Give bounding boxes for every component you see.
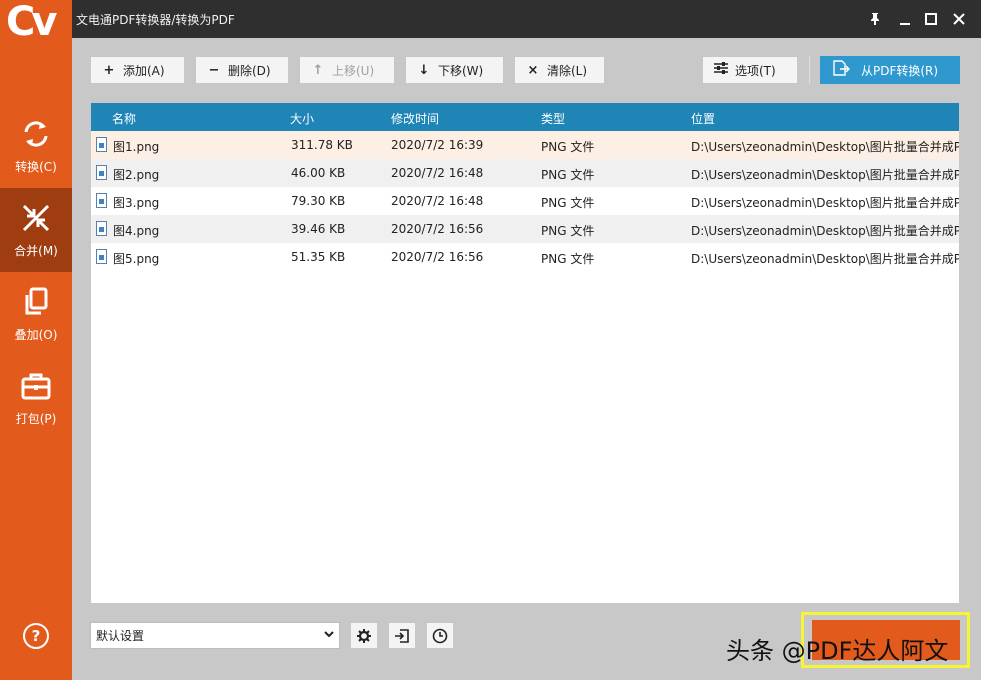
profile-select[interactable]: 默认设置 xyxy=(90,622,340,649)
delete-button[interactable]: − 删除(D) xyxy=(195,56,289,84)
gear-icon xyxy=(357,628,371,643)
column-header-type[interactable]: 类型 xyxy=(541,110,565,127)
copy-icon xyxy=(25,287,48,314)
from-pdf-button[interactable]: 从PDF转换(R) xyxy=(820,56,960,84)
cell-size: 39.46 KB xyxy=(291,222,346,236)
cell-location: D:\Users\zeonadmin\Desktop\图片批量合并成PDF xyxy=(691,140,959,154)
sidebar-item-label: 叠加(O) xyxy=(14,327,58,342)
cell-name: 图5.png xyxy=(113,252,160,266)
sidebar-item-merge[interactable]: 合并(M) xyxy=(0,188,72,272)
settings-button[interactable] xyxy=(350,622,378,649)
cell-size: 51.35 KB xyxy=(291,250,346,264)
cell-type: PNG 文件 xyxy=(541,252,595,266)
column-header-size[interactable]: 大小 xyxy=(290,110,314,127)
app-logo-text: Cv xyxy=(6,0,57,38)
cell-modified: 2020/7/2 16:39 xyxy=(391,138,484,152)
png-file-icon xyxy=(96,193,107,208)
cell-modified: 2020/7/2 16:56 xyxy=(391,222,484,236)
help-button[interactable]: ? xyxy=(23,623,49,649)
cell-size: 79.30 KB xyxy=(291,194,346,208)
table-row[interactable]: 图4.png 39.46 KB 2020/7/2 16:56 PNG 文件 D:… xyxy=(91,215,959,243)
minimize-icon[interactable] xyxy=(892,6,918,32)
maximize-icon[interactable] xyxy=(918,6,944,32)
minus-icon: − xyxy=(208,62,220,78)
sidebar: 转换(C) 合并(M) 叠加(O) 打包(P) ? xyxy=(0,38,72,680)
move-up-button[interactable]: ↑ 上移(U) xyxy=(299,56,395,84)
cell-location: D:\Users\zeonadmin\Desktop\图片批量合并成PDF xyxy=(691,252,959,266)
cell-modified: 2020/7/2 16:48 xyxy=(391,166,484,180)
sign-in-icon xyxy=(395,628,409,643)
arrow-up-icon: ↑ xyxy=(312,62,324,78)
pin-icon[interactable] xyxy=(862,6,888,32)
cell-type: PNG 文件 xyxy=(541,196,595,210)
sliders-icon xyxy=(713,62,729,78)
table-row[interactable]: 图3.png 79.30 KB 2020/7/2 16:48 PNG 文件 D:… xyxy=(91,187,959,215)
clear-button-label: 清除(L) xyxy=(547,63,588,78)
sidebar-item-label: 打包(P) xyxy=(15,411,57,426)
move-down-button[interactable]: ↓ 下移(W) xyxy=(405,56,504,84)
history-button[interactable] xyxy=(426,622,454,649)
options-button[interactable]: 选项(T) xyxy=(702,56,798,84)
move-up-button-label: 上移(U) xyxy=(332,63,375,78)
app-logo: Cv xyxy=(0,0,72,38)
watermark-text: 头条 @PDF达人阿文 xyxy=(726,637,949,665)
briefcase-icon xyxy=(21,373,51,399)
close-icon[interactable] xyxy=(946,6,972,32)
table-header: 名称 大小 修改时间 类型 位置 xyxy=(91,103,959,131)
import-button[interactable] xyxy=(388,622,416,649)
sidebar-item-label: 转换(C) xyxy=(15,159,57,174)
cell-modified: 2020/7/2 16:56 xyxy=(391,250,484,264)
title-bar: Cv 文电通PDF转换器/转换为PDF xyxy=(0,0,981,38)
cell-modified: 2020/7/2 16:48 xyxy=(391,194,484,208)
cell-size: 311.78 KB xyxy=(291,138,353,152)
sidebar-item-package[interactable]: 打包(P) xyxy=(0,356,72,440)
profile-select-value: 默认设置 xyxy=(96,629,145,643)
column-header-modified[interactable]: 修改时间 xyxy=(391,110,439,127)
sidebar-item-convert[interactable]: 转换(C) xyxy=(0,104,72,188)
table-row[interactable]: 图5.png 51.35 KB 2020/7/2 16:56 PNG 文件 D:… xyxy=(91,243,959,271)
sidebar-item-label: 合并(M) xyxy=(14,243,58,258)
table-row[interactable]: 图2.png 46.00 KB 2020/7/2 16:48 PNG 文件 D:… xyxy=(91,159,959,187)
arrow-down-icon: ↓ xyxy=(418,62,430,78)
cell-type: PNG 文件 xyxy=(541,224,595,238)
from-pdf-button-label: 从PDF转换(R) xyxy=(861,63,939,78)
cell-size: 46.00 KB xyxy=(291,166,346,180)
file-export-icon xyxy=(831,60,851,80)
add-button[interactable]: + 添加(A) xyxy=(90,56,185,84)
x-icon: × xyxy=(527,62,539,78)
cell-type: PNG 文件 xyxy=(541,168,595,182)
clear-button[interactable]: × 清除(L) xyxy=(514,56,605,84)
png-file-icon xyxy=(96,165,107,180)
clock-icon xyxy=(432,628,448,643)
sidebar-item-overlay[interactable]: 叠加(O) xyxy=(0,272,72,356)
cell-location: D:\Users\zeonadmin\Desktop\图片批量合并成PDF xyxy=(691,224,959,238)
cell-name: 图3.png xyxy=(113,196,160,210)
options-button-label: 选项(T) xyxy=(735,63,776,78)
add-button-label: 添加(A) xyxy=(123,63,165,78)
delete-button-label: 删除(D) xyxy=(228,63,271,78)
png-file-icon xyxy=(96,137,107,152)
png-file-icon xyxy=(96,249,107,264)
file-table: 名称 大小 修改时间 类型 位置 图1.png 311.78 KB 2020/7… xyxy=(91,103,959,603)
merge-icon xyxy=(22,204,50,231)
refresh-icon xyxy=(24,120,48,147)
window-title: 文电通PDF转换器/转换为PDF xyxy=(76,13,235,27)
cell-location: D:\Users\zeonadmin\Desktop\图片批量合并成PDF xyxy=(691,168,959,182)
toolbar-divider xyxy=(809,56,810,84)
chevron-down-icon xyxy=(323,628,335,643)
cell-name: 图1.png xyxy=(113,140,160,154)
plus-icon: + xyxy=(103,62,115,78)
move-down-button-label: 下移(W) xyxy=(438,63,484,78)
table-row[interactable]: 图1.png 311.78 KB 2020/7/2 16:39 PNG 文件 D… xyxy=(91,131,959,159)
cell-name: 图2.png xyxy=(113,168,160,182)
column-header-name[interactable]: 名称 xyxy=(112,110,136,127)
column-header-location[interactable]: 位置 xyxy=(691,110,715,127)
cell-name: 图4.png xyxy=(113,224,160,238)
png-file-icon xyxy=(96,221,107,236)
cell-type: PNG 文件 xyxy=(541,140,595,154)
cell-location: D:\Users\zeonadmin\Desktop\图片批量合并成PDF xyxy=(691,196,959,210)
